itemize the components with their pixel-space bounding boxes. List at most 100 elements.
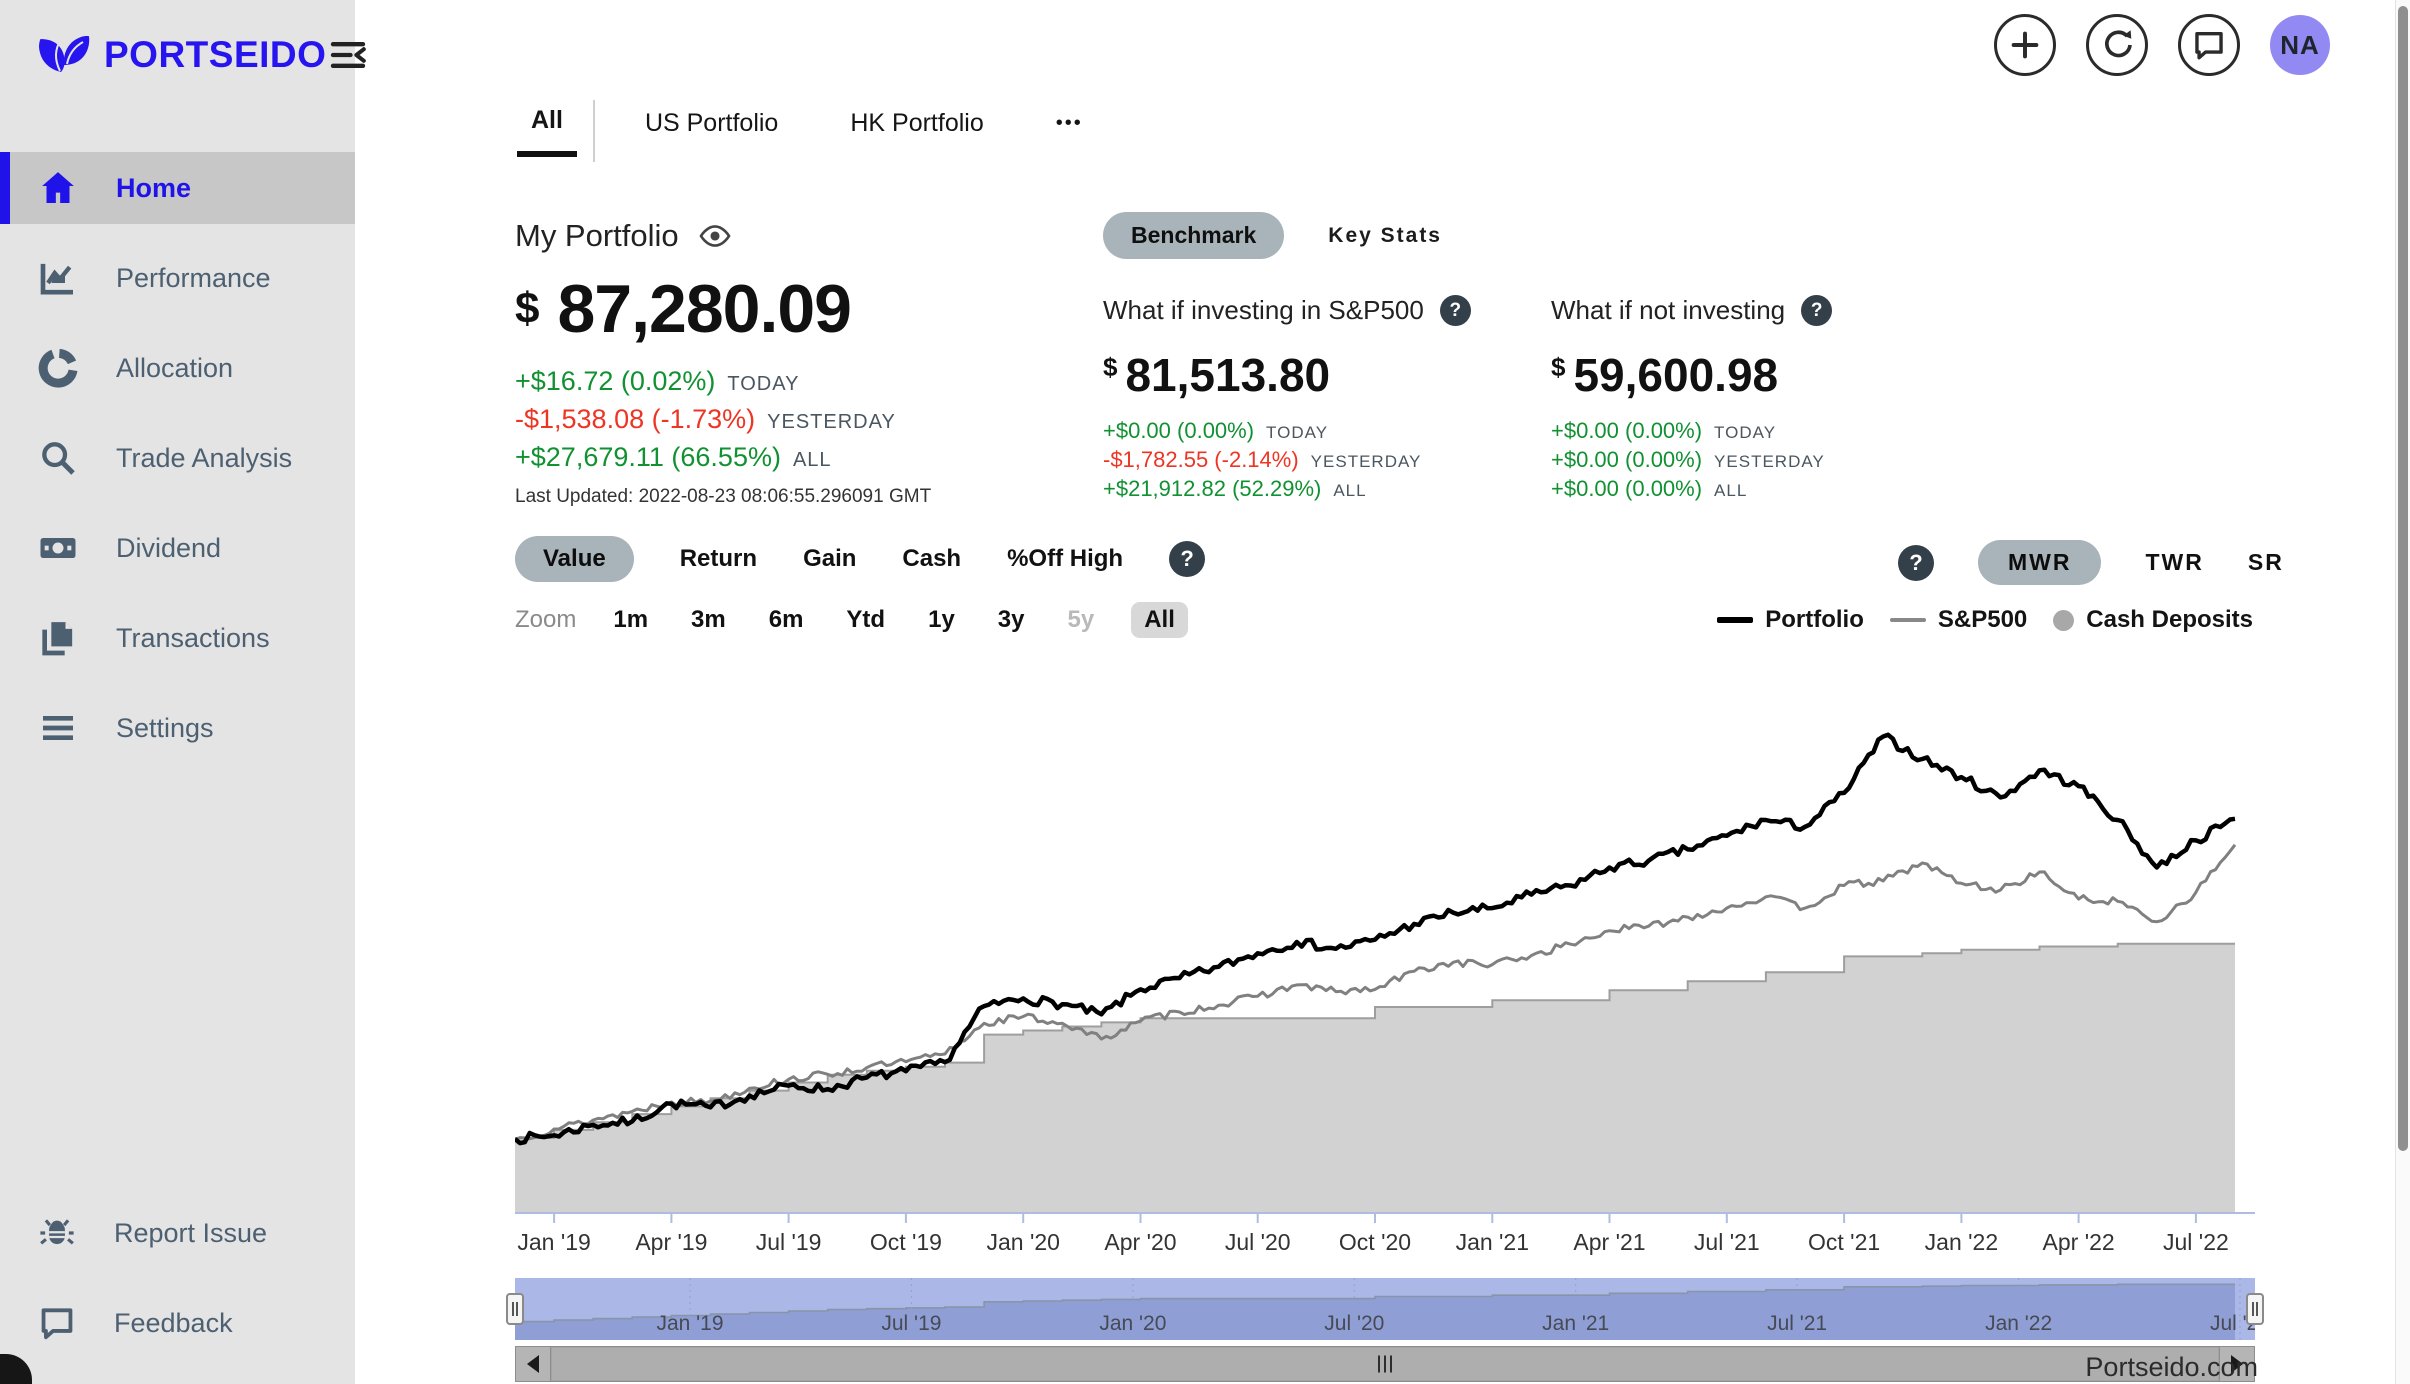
portfolio-change-amount: +$27,679.11 (66.55%) <box>515 442 781 473</box>
legend-item-portfolio[interactable]: Portfolio <box>1717 606 1864 634</box>
comparison-what-if-investing-in-s-p500: What if investing in S&P500?$81,513.80+$… <box>1103 295 1533 505</box>
portfolio-change-period: TODAY <box>727 373 799 396</box>
comparison-change-amount: -$1,782.55 (-2.14%) <box>1103 447 1299 473</box>
return-mode-mwr[interactable]: MWR <box>1978 540 2101 585</box>
navigator-left-handle[interactable] <box>506 1293 524 1325</box>
tab-divider <box>593 100 595 162</box>
chart-mode-switcher: Value Return Gain Cash %Off High? <box>515 536 1205 582</box>
comparison-columns: What if investing in S&P500?$81,513.80+$… <box>1103 295 1981 505</box>
scrollbar-track[interactable] <box>551 1346 2219 1382</box>
sidebar-item-settings[interactable]: Settings <box>0 692 355 764</box>
chart-mode-cash[interactable]: Cash <box>902 545 961 573</box>
chart-mode-off-high[interactable]: %Off High <box>1007 545 1123 573</box>
zoom-option-ytd[interactable]: Ytd <box>840 602 891 638</box>
bug-icon <box>38 1214 76 1252</box>
svg-text:Apr '20: Apr '20 <box>1104 1229 1176 1255</box>
zoom-option-3m[interactable]: 3m <box>685 602 732 638</box>
zoom-option-1m[interactable]: 1m <box>607 602 654 638</box>
refresh-button[interactable] <box>2086 14 2148 76</box>
chart-range-navigator[interactable]: Jan '19Jul '19Jan '20Jul '20Jan '21Jul '… <box>515 1278 2255 1342</box>
sidebar-item-label: Feedback <box>114 1308 233 1339</box>
topbar-actions: NA <box>1994 14 2330 76</box>
question-icon[interactable]: ? <box>1898 545 1934 581</box>
chart-mode-value[interactable]: Value <box>515 536 634 582</box>
comparison-title: What if not investing <box>1551 295 1785 326</box>
benchmark-section: BenchmarkKey Stats What if investing in … <box>1103 212 1981 505</box>
currency-symbol: $ <box>515 284 539 334</box>
svg-text:Oct '19: Oct '19 <box>870 1229 942 1255</box>
portfolio-change-rows: +$16.72 (0.02%)TODAY-$1,538.08 (-1.73%)Y… <box>515 366 931 480</box>
page-vertical-scrollbar <box>2395 0 2410 1384</box>
sidebar-item-performance[interactable]: Performance <box>0 242 355 314</box>
menu-fold-icon[interactable] <box>326 35 370 75</box>
support-chat-button[interactable] <box>2178 14 2240 76</box>
sidebar-item-transactions[interactable]: Transactions <box>0 602 355 674</box>
question-icon[interactable]: ? <box>1801 295 1832 326</box>
legend-label: Cash Deposits <box>2086 606 2253 634</box>
comparison-change-row: +$0.00 (0.00%)ALL <box>1551 476 1981 505</box>
sidebar-item-label: Transactions <box>116 623 270 654</box>
tab-hk-portfolio[interactable]: HK Portfolio <box>846 109 987 154</box>
brand-name: PORTSEIDO <box>104 34 326 76</box>
comparison-change-period: ALL <box>1714 481 1747 501</box>
sidebar-item-dividend[interactable]: Dividend <box>0 512 355 584</box>
sidebar-item-label: Trade Analysis <box>116 443 292 474</box>
return-mode-twr[interactable]: TWR <box>2145 549 2203 576</box>
last-updated-text: Last Updated: 2022-08-23 08:06:55.296091… <box>515 486 931 508</box>
legend-item-s-p500[interactable]: S&P500 <box>1890 606 2027 634</box>
sidebar-footer: Report Issue Feedback <box>0 1197 355 1377</box>
chart-mode-gain[interactable]: Gain <box>803 545 856 573</box>
svg-text:Apr '21: Apr '21 <box>1573 1229 1645 1255</box>
comparison-change-amount: +$21,912.82 (52.29%) <box>1103 476 1321 502</box>
tab-us-portfolio[interactable]: US Portfolio <box>641 109 782 154</box>
tab-more-portfolios[interactable]: ••• <box>1052 112 1087 151</box>
comparison-change-period: YESTERDAY <box>1311 452 1422 472</box>
question-icon[interactable]: ? <box>1169 541 1205 577</box>
chart-mode-return[interactable]: Return <box>680 545 757 573</box>
comparison-change-amount: +$0.00 (0.00%) <box>1551 418 1702 444</box>
return-mode-sr[interactable]: SR <box>2248 549 2284 576</box>
legend-item-cash-deposits[interactable]: Cash Deposits <box>2053 606 2253 634</box>
portfolio-change-row: +$16.72 (0.02%)TODAY <box>515 366 931 404</box>
svg-text:Jul '21: Jul '21 <box>1694 1229 1760 1255</box>
portseido-leaf-logo-icon <box>34 27 94 83</box>
benchmark-tabs: Benchmark Key Stats <box>1103 212 1981 259</box>
zoom-option-3y[interactable]: 3y <box>992 602 1031 638</box>
tab-benchmark[interactable]: Benchmark <box>1103 212 1284 259</box>
currency-symbol: $ <box>1103 352 1117 383</box>
sidebar-item-report-issue[interactable]: Report Issue <box>0 1197 355 1269</box>
scrollbar-left-arrow-button[interactable] <box>515 1346 551 1382</box>
comparison-change-row: +$21,912.82 (52.29%)ALL <box>1103 476 1533 505</box>
comparison-value: 59,600.98 <box>1573 348 1778 402</box>
eye-icon[interactable] <box>699 220 731 252</box>
svg-text:Jan '21: Jan '21 <box>1456 1229 1529 1255</box>
my-portfolio-summary: My Portfolio $ 87,280.09 +$16.72 (0.02%)… <box>515 218 931 508</box>
comparison-what-if-not-investing: What if not investing?$59,600.98+$0.00 (… <box>1551 295 1981 505</box>
user-avatar[interactable]: NA <box>2270 15 2330 75</box>
trade-analysis-icon <box>38 438 78 478</box>
legend-line-marker-icon <box>1890 618 1926 622</box>
page-scrollbar-thumb[interactable] <box>2398 6 2408 1151</box>
add-transaction-button[interactable] <box>1994 14 2056 76</box>
comparison-change-row: +$0.00 (0.00%)TODAY <box>1103 418 1533 447</box>
tab-all[interactable]: All <box>517 106 577 157</box>
portfolio-value-chart[interactable]: Jan '19Apr '19Jul '19Oct '19Jan '20Apr '… <box>515 678 2255 1270</box>
chart-zoom-controls: Zoom1m3m6mYtd1y3y5yAll <box>515 602 1188 638</box>
sidebar-item-feedback[interactable]: Feedback <box>0 1287 355 1359</box>
sidebar-item-home[interactable]: Home <box>0 152 355 224</box>
settings-icon <box>38 708 78 748</box>
question-icon[interactable]: ? <box>1440 295 1471 326</box>
sidebar-item-trade-analysis[interactable]: Trade Analysis <box>0 422 355 494</box>
svg-text:Jul '20: Jul '20 <box>1225 1229 1291 1255</box>
scrollbar-grip-icon <box>1384 1356 1386 1373</box>
tab-key-stats[interactable]: Key Stats <box>1328 224 1442 248</box>
feedback-icon <box>38 1304 76 1342</box>
scrollbar-thumb[interactable] <box>552 1348 2218 1380</box>
zoom-option-1y[interactable]: 1y <box>922 602 961 638</box>
zoom-label: Zoom <box>515 606 576 634</box>
navigator-right-handle[interactable] <box>2246 1293 2264 1325</box>
zoom-option-all[interactable]: All <box>1131 602 1188 638</box>
zoom-option-6m[interactable]: 6m <box>763 602 810 638</box>
comparison-change-period: TODAY <box>1266 423 1328 443</box>
sidebar-item-allocation[interactable]: Allocation <box>0 332 355 404</box>
